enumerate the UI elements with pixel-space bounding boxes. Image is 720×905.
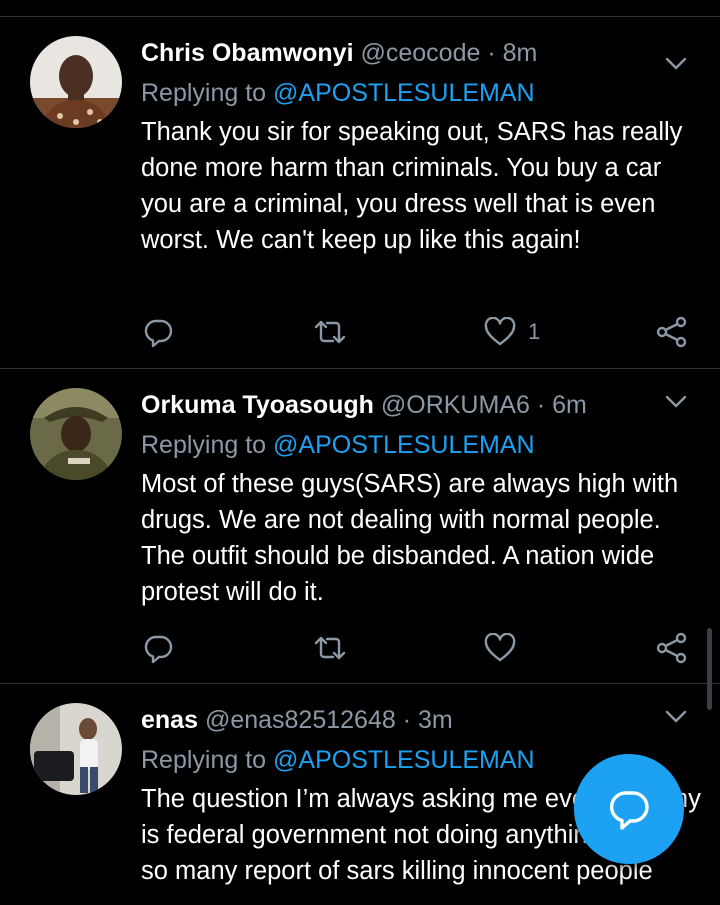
- author-handle[interactable]: @ORKUMA6: [381, 391, 530, 419]
- avatar[interactable]: [30, 36, 122, 128]
- tweet-text: Thank you sir for speaking out, SARS has…: [141, 118, 683, 254]
- separator: ·: [487, 39, 496, 67]
- replying-label: Replying to: [141, 79, 267, 107]
- replying-label: Replying to: [141, 746, 267, 774]
- compose-reply-icon: [609, 791, 649, 830]
- reply-icon: [144, 635, 173, 664]
- separator: ·: [402, 706, 412, 734]
- tweet-divider: [0, 683, 720, 684]
- timestamp[interactable]: 8m: [503, 39, 538, 67]
- share-icon: [656, 632, 687, 664]
- tweet-divider: [0, 368, 720, 369]
- reply-button[interactable]: [142, 312, 174, 352]
- tweet-header: Orkuma Tyoasough @ORKUMA6 · 6m: [141, 388, 587, 422]
- like-icon: [484, 317, 516, 346]
- tweet-header: Chris Obamwonyi @ceocode · 8m: [141, 36, 537, 70]
- action-bar: 1: [0, 312, 720, 352]
- retweet-icon: [314, 320, 346, 344]
- replying-label: Replying to: [141, 431, 267, 459]
- author-name[interactable]: Chris Obamwonyi: [141, 39, 354, 67]
- like-button[interactable]: [484, 628, 528, 668]
- avatar[interactable]: [30, 388, 122, 480]
- chevron-down-icon[interactable]: [664, 709, 688, 725]
- like-button[interactable]: 1: [484, 312, 540, 352]
- author-name[interactable]: enas: [141, 706, 198, 734]
- reply-icon: [144, 319, 173, 348]
- mention-link[interactable]: @APOSTLESULEMAN: [273, 746, 535, 774]
- scrollbar[interactable]: [707, 628, 712, 710]
- tweet-text: Most of these guys(SARS) are always high…: [141, 470, 679, 606]
- share-button[interactable]: [656, 312, 688, 352]
- like-icon: [484, 633, 516, 662]
- author-name[interactable]: Orkuma Tyoasough: [141, 391, 374, 419]
- mention-link[interactable]: @APOSTLESULEMAN: [273, 431, 535, 459]
- replying-to: Replying to @APOSTLESULEMAN: [141, 76, 535, 110]
- mention-link[interactable]: @APOSTLESULEMAN: [273, 79, 535, 107]
- author-handle[interactable]: @ceocode: [361, 39, 481, 67]
- replying-to: Replying to @APOSTLESULEMAN: [141, 428, 535, 462]
- top-divider: [0, 16, 720, 17]
- separator: ·: [536, 391, 546, 419]
- retweet-button[interactable]: [312, 628, 348, 668]
- timestamp[interactable]: 3m: [418, 706, 453, 734]
- compose-reply-button[interactable]: [574, 754, 684, 864]
- action-bar: [0, 628, 720, 668]
- share-button[interactable]: [656, 628, 688, 668]
- like-count: 1: [528, 319, 541, 344]
- chevron-down-icon[interactable]: [664, 56, 688, 72]
- author-handle[interactable]: @enas82512648: [205, 706, 396, 734]
- tweet-header: enas @enas82512648 · 3m: [141, 703, 453, 737]
- timestamp[interactable]: 6m: [552, 391, 587, 419]
- tweet[interactable]: Orkuma Tyoasough @ORKUMA6 · 6m Replying …: [0, 388, 720, 680]
- retweet-button[interactable]: [312, 312, 348, 352]
- share-icon: [656, 316, 687, 348]
- replying-to: Replying to @APOSTLESULEMAN: [141, 743, 535, 777]
- reply-button[interactable]: [142, 628, 174, 668]
- avatar[interactable]: [30, 703, 122, 795]
- retweet-icon: [314, 636, 346, 660]
- chevron-down-icon[interactable]: [664, 394, 688, 410]
- tweet[interactable]: Chris Obamwonyi @ceocode · 8m Replying t…: [0, 36, 720, 366]
